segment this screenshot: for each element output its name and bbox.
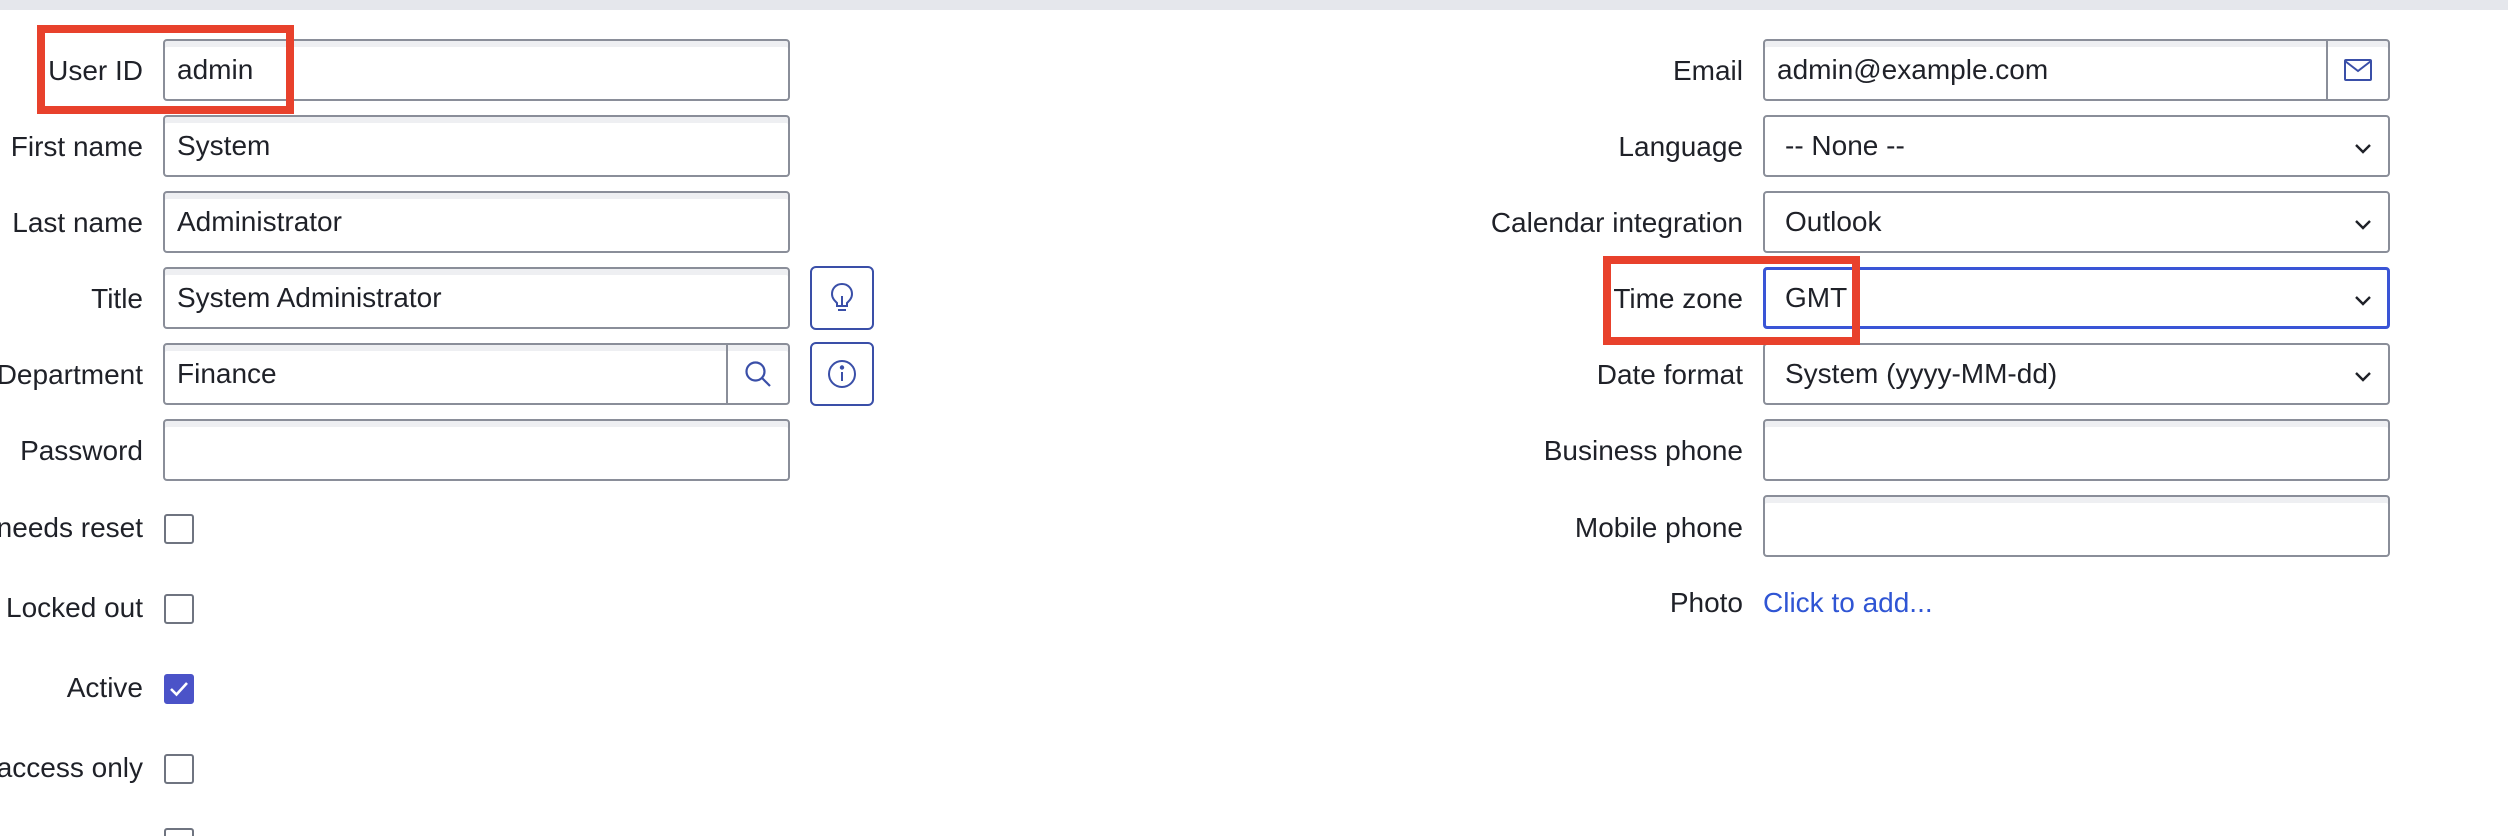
department-lookup-button[interactable] — [726, 345, 788, 403]
last-name-field[interactable]: Administrator — [163, 191, 790, 253]
time-zone-select[interactable]: GMT — [1763, 267, 2390, 329]
date-format-select[interactable]: System (yyyy-MM-dd) — [1763, 343, 2390, 405]
calendar-integration-label: Calendar integration — [1490, 207, 1743, 238]
next-checkbox-partial[interactable] — [164, 828, 194, 836]
search-icon — [745, 361, 771, 387]
mobile-phone-label: Mobile phone — [1574, 512, 1743, 543]
photo-add-link[interactable]: Click to add... — [1763, 585, 1933, 621]
email-send-button[interactable] — [2326, 41, 2388, 99]
lightbulb-icon — [830, 282, 854, 311]
chevron-down-icon — [2355, 296, 2371, 306]
user-id-value: admin — [177, 54, 254, 85]
first-name-value: System — [177, 130, 271, 161]
user-id-field[interactable]: admin — [163, 39, 790, 101]
chevron-down-icon — [2355, 372, 2371, 382]
department-field[interactable]: Finance — [163, 343, 790, 405]
active-checkbox[interactable] — [164, 674, 194, 704]
locked-out-checkbox[interactable] — [164, 594, 194, 624]
department-label: Department — [0, 359, 143, 390]
info-icon — [828, 360, 856, 388]
last-name-value: Administrator — [177, 206, 342, 237]
last-name-label: Last name — [12, 207, 143, 238]
locked-out-label: Locked out — [6, 592, 143, 623]
calendar-integration-value: Outlook — [1785, 206, 1882, 237]
department-value: Finance — [177, 358, 277, 389]
department-info-button[interactable] — [810, 342, 874, 406]
business-phone-label: Business phone — [1543, 435, 1743, 466]
chevron-down-icon — [2355, 220, 2371, 230]
top-strip — [0, 0, 2508, 10]
first-name-field[interactable]: System — [163, 115, 790, 177]
password-field[interactable] — [163, 419, 790, 481]
email-label: Email — [1672, 55, 1743, 86]
chevron-down-icon — [2355, 144, 2371, 154]
language-select[interactable]: -- None -- — [1763, 115, 2390, 177]
time-zone-label: Time zone — [1613, 283, 1743, 314]
mobile-phone-field[interactable] — [1763, 495, 2390, 557]
title-suggestion-button[interactable] — [810, 266, 874, 330]
user-id-label: User ID — [48, 55, 143, 86]
business-phone-field[interactable] — [1763, 419, 2390, 481]
time-zone-value: GMT — [1785, 282, 1848, 313]
password-needs-reset-label: needs reset — [0, 512, 143, 543]
check-icon — [170, 682, 188, 697]
title-field[interactable]: System Administrator — [163, 267, 790, 329]
language-label: Language — [1618, 131, 1743, 162]
title-value: System Administrator — [177, 282, 442, 313]
title-label: Title — [91, 283, 143, 314]
calendar-integration-select[interactable]: Outlook — [1763, 191, 2390, 253]
active-label: Active — [66, 672, 143, 703]
password-needs-reset-checkbox[interactable] — [164, 514, 194, 544]
date-format-label: Date format — [1596, 359, 1743, 390]
date-format-value: System (yyyy-MM-dd) — [1785, 358, 2058, 389]
first-name-label: First name — [10, 131, 143, 162]
user-record-form: User ID admin First name System Last nam… — [0, 0, 2508, 836]
language-value: -- None -- — [1785, 130, 1905, 161]
access-only-label: access only — [0, 752, 143, 783]
mail-icon — [2344, 59, 2372, 81]
email-field[interactable]: admin@example.com — [1763, 39, 2390, 101]
password-label: Password — [20, 435, 143, 466]
email-value: admin@example.com — [1777, 54, 2049, 85]
photo-label: Photo — [1669, 587, 1743, 618]
access-only-checkbox[interactable] — [164, 754, 194, 784]
